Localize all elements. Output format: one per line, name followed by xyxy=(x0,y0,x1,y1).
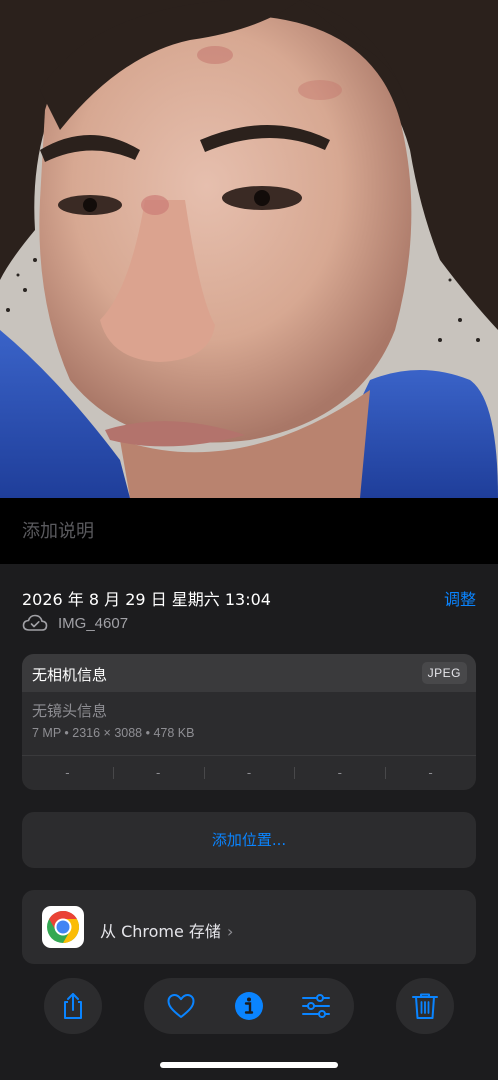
exif-shutter: - xyxy=(385,756,476,790)
sliders-icon[interactable] xyxy=(301,991,331,1021)
exif-header: 无相机信息 JPEG xyxy=(22,654,476,692)
chrome-icon xyxy=(42,906,84,948)
share-button[interactable] xyxy=(44,978,102,1034)
exif-iso: - xyxy=(65,765,70,780)
cloud-check-icon xyxy=(22,614,48,631)
camera-info: 无相机信息 xyxy=(32,666,108,684)
home-indicator[interactable] xyxy=(160,1062,338,1068)
exif-exposure: - xyxy=(203,756,295,790)
delete-button[interactable] xyxy=(396,978,454,1034)
exif-card: 无相机信息 JPEG 无镜头信息 7 MP • 2316 × 3088 • 47… xyxy=(22,654,476,790)
photo-datetime: 2026 年 8 月 29 日 星期六 13:04 xyxy=(22,590,271,609)
exif-focal-length: - xyxy=(112,756,204,790)
adjust-button[interactable]: 调整 xyxy=(444,586,476,610)
photo-viewer[interactable] xyxy=(0,0,498,498)
info-icon[interactable] xyxy=(234,991,264,1021)
source-label-text: 从 Chrome 存储 xyxy=(100,922,221,941)
add-location-button[interactable]: 添加位置... xyxy=(22,812,476,868)
caption-bar xyxy=(0,498,498,564)
image-specs: 7 MP • 2316 × 3088 • 478 KB xyxy=(32,726,195,740)
chevron-right-icon: › xyxy=(226,922,234,941)
photo-actions-group xyxy=(144,978,354,1034)
file-name: IMG_4607 xyxy=(58,614,129,632)
exif-aperture: - xyxy=(294,756,385,790)
lens-info: 无镜头信息 xyxy=(32,702,108,720)
format-badge: JPEG xyxy=(421,662,467,684)
trash-icon xyxy=(412,993,438,1019)
share-icon xyxy=(64,993,82,1019)
face-photo xyxy=(0,0,498,498)
source-app-row[interactable]: 从 Chrome 存储 › xyxy=(22,890,476,964)
add-location-label: 添加位置... xyxy=(211,831,287,849)
file-info: IMG_4607 xyxy=(22,612,128,634)
source-label: 从 Chrome 存储 › xyxy=(100,918,233,942)
exif-values-row: - - - - - xyxy=(22,756,476,790)
heart-icon[interactable] xyxy=(166,991,196,1021)
caption-input[interactable] xyxy=(22,518,462,544)
